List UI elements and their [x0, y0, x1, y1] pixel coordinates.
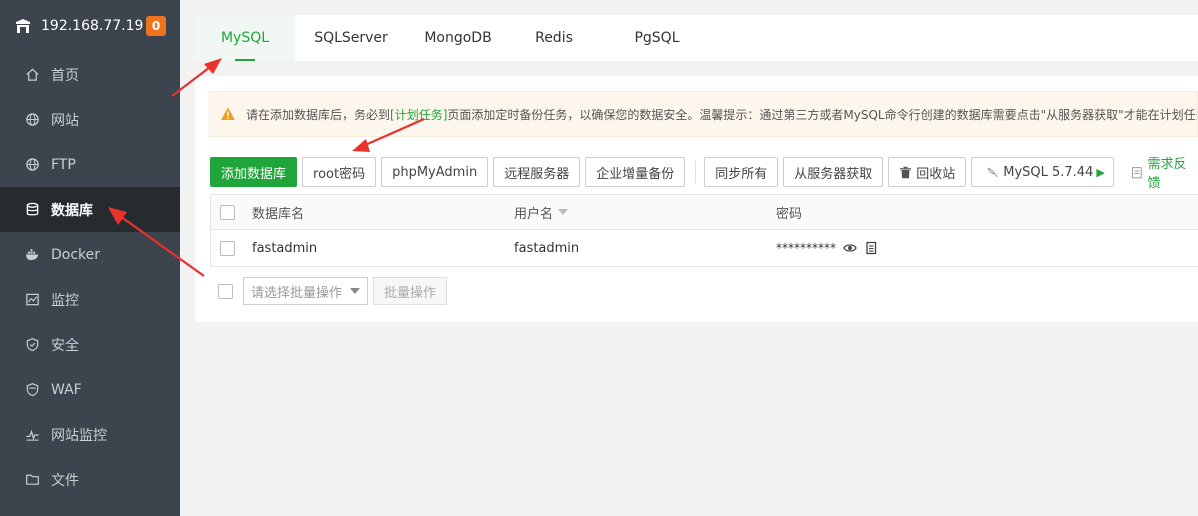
row-checkbox[interactable]: [220, 240, 235, 256]
tab-sqlserver[interactable]: SQLServer: [295, 15, 407, 61]
root-password-button[interactable]: root密码: [302, 157, 377, 187]
select-all-checkbox[interactable]: [220, 204, 235, 220]
remote-server-button[interactable]: 远程服务器: [493, 157, 581, 187]
notification-badge[interactable]: 0: [146, 16, 166, 36]
batch-select-checkbox[interactable]: [218, 283, 233, 299]
sidebar-item-ftp[interactable]: FTP: [0, 142, 180, 187]
sidebar-header: 192.168.77.19 0: [0, 0, 180, 52]
sidebar-item-database[interactable]: 数据库: [0, 187, 180, 232]
sidebar-item-label: 网站监控: [51, 427, 107, 444]
feedback-label: 需求反馈: [1147, 157, 1187, 191]
col-header-username-label: 用户名: [514, 206, 554, 222]
globe-icon: [24, 112, 40, 128]
ftp-globe-icon: [24, 157, 40, 173]
fetch-from-server-button[interactable]: 从服务器获取: [783, 157, 884, 187]
docker-icon: [24, 247, 40, 263]
db-password-cell: **********: [768, 241, 1198, 255]
batch-operation-select[interactable]: 请选择批量操作: [243, 277, 368, 305]
sidebar-item-website[interactable]: 网站: [0, 97, 180, 142]
tab-mysql[interactable]: MySQL: [195, 15, 295, 61]
warning-icon: [221, 107, 235, 120]
sidebar-item-docker[interactable]: Docker: [0, 232, 180, 277]
table-row: fastadmin fastadmin **********: [211, 230, 1198, 267]
cron-task-link[interactable]: [计划任务]: [390, 106, 447, 123]
mysql-version-label: MySQL 5.7.44: [1003, 164, 1094, 180]
feedback-link[interactable]: 需求反馈: [1131, 153, 1198, 191]
play-icon: ▶: [1096, 165, 1105, 179]
sidebar-item-label: 监控: [51, 292, 79, 309]
database-panel: 请在添加数据库后，务必到 [计划任务] 页面添加定时备份任务，以确保您的数据安全。温…: [195, 76, 1198, 322]
main-content: MySQL SQLServer MongoDB Redis PgSQL 请在添加…: [180, 0, 1198, 516]
table-header-row: 数据库名 用户名 密码: [211, 195, 1198, 230]
waf-shield-icon: [24, 382, 40, 398]
mysql-version-button[interactable]: MySQL 5.7.44 ▶: [971, 157, 1114, 187]
edit-note-icon: [1131, 166, 1142, 178]
sidebar-item-label: 文件: [51, 472, 79, 489]
folder-icon: [24, 472, 40, 488]
sync-all-button[interactable]: 同步所有: [704, 157, 779, 187]
masked-password: **********: [776, 241, 836, 255]
sidebar-item-label: FTP: [51, 156, 76, 173]
sidebar-item-waf[interactable]: WAF: [0, 367, 180, 412]
recycle-bin-label: 回收站: [916, 166, 956, 182]
recycle-bin-button[interactable]: 回收站: [888, 157, 967, 187]
enterprise-backup-button[interactable]: 企业增量备份: [585, 157, 686, 187]
trash-icon: [900, 166, 912, 178]
notice-text-prefix: 请在添加数据库后，务必到: [246, 107, 391, 122]
col-header-password: 密码: [776, 206, 803, 222]
pulse-icon: [24, 427, 40, 443]
backup-notice: 请在添加数据库后，务必到 [计划任务] 页面添加定时备份任务，以确保您的数据安全。温…: [209, 91, 1198, 137]
sidebar-item-label: 网站: [51, 112, 79, 129]
sidebar-item-security[interactable]: 安全: [0, 322, 180, 367]
home-icon: [24, 67, 40, 83]
database-type-tabs: MySQL SQLServer MongoDB Redis PgSQL: [195, 15, 1198, 61]
database-icon: [24, 202, 40, 218]
batch-select-placeholder: 请选择批量操作: [251, 285, 343, 301]
notice-text-suffix: 页面添加定时备份任务，以确保您的数据安全。温馨提示：通过第三方或者MySQL命令…: [447, 107, 1198, 122]
database-table: 数据库名 用户名 密码 fastadmin fastadmin ********…: [210, 194, 1198, 267]
db-user-cell: fastadmin: [514, 240, 580, 256]
tab-redis[interactable]: Redis: [509, 15, 599, 61]
database-toolbar: 添加数据库 root密码 phpMyAdmin 远程服务器 企业增量备份 同步所…: [210, 153, 1198, 191]
sidebar-item-files[interactable]: 文件: [0, 457, 180, 502]
batch-operation-button[interactable]: 批量操作: [373, 277, 448, 305]
sidebar-item-label: 数据库: [51, 202, 93, 219]
eye-icon[interactable]: [843, 241, 857, 255]
sidebar-item-monitor[interactable]: 监控: [0, 277, 180, 322]
sidebar-item-home[interactable]: 首页: [0, 52, 180, 97]
add-database-button[interactable]: 添加数据库: [210, 157, 298, 187]
shield-icon: [24, 337, 40, 353]
chevron-down-icon: [350, 288, 360, 294]
monitor-icon: [24, 292, 40, 308]
batch-operations: 请选择批量操作 批量操作: [218, 277, 448, 305]
server-logo-icon: [16, 19, 30, 33]
sidebar-item-label: 首页: [51, 67, 79, 84]
mysql-dolphin-icon: [987, 166, 998, 177]
phpmyadmin-button[interactable]: phpMyAdmin: [381, 157, 489, 187]
sort-caret-icon[interactable]: [558, 209, 569, 215]
sidebar: 192.168.77.19 0 首页 网站 FTP 数据库 Docker 监控 …: [0, 0, 180, 516]
copy-icon[interactable]: [864, 241, 878, 255]
sidebar-item-label: 安全: [51, 337, 79, 354]
sidebar-item-site-monitor[interactable]: 网站监控: [0, 412, 180, 457]
db-name-cell[interactable]: fastadmin: [244, 241, 506, 256]
sidebar-item-label: Docker: [51, 246, 101, 263]
tab-pgsql[interactable]: PgSQL: [599, 15, 715, 61]
server-ip[interactable]: 192.168.77.19: [41, 18, 146, 34]
toolbar-divider: [695, 161, 697, 183]
tab-mongodb[interactable]: MongoDB: [407, 15, 509, 61]
col-header-dbname: 数据库名: [252, 206, 305, 222]
sidebar-item-label: WAF: [51, 381, 82, 398]
col-header-username[interactable]: 用户名: [506, 203, 768, 222]
